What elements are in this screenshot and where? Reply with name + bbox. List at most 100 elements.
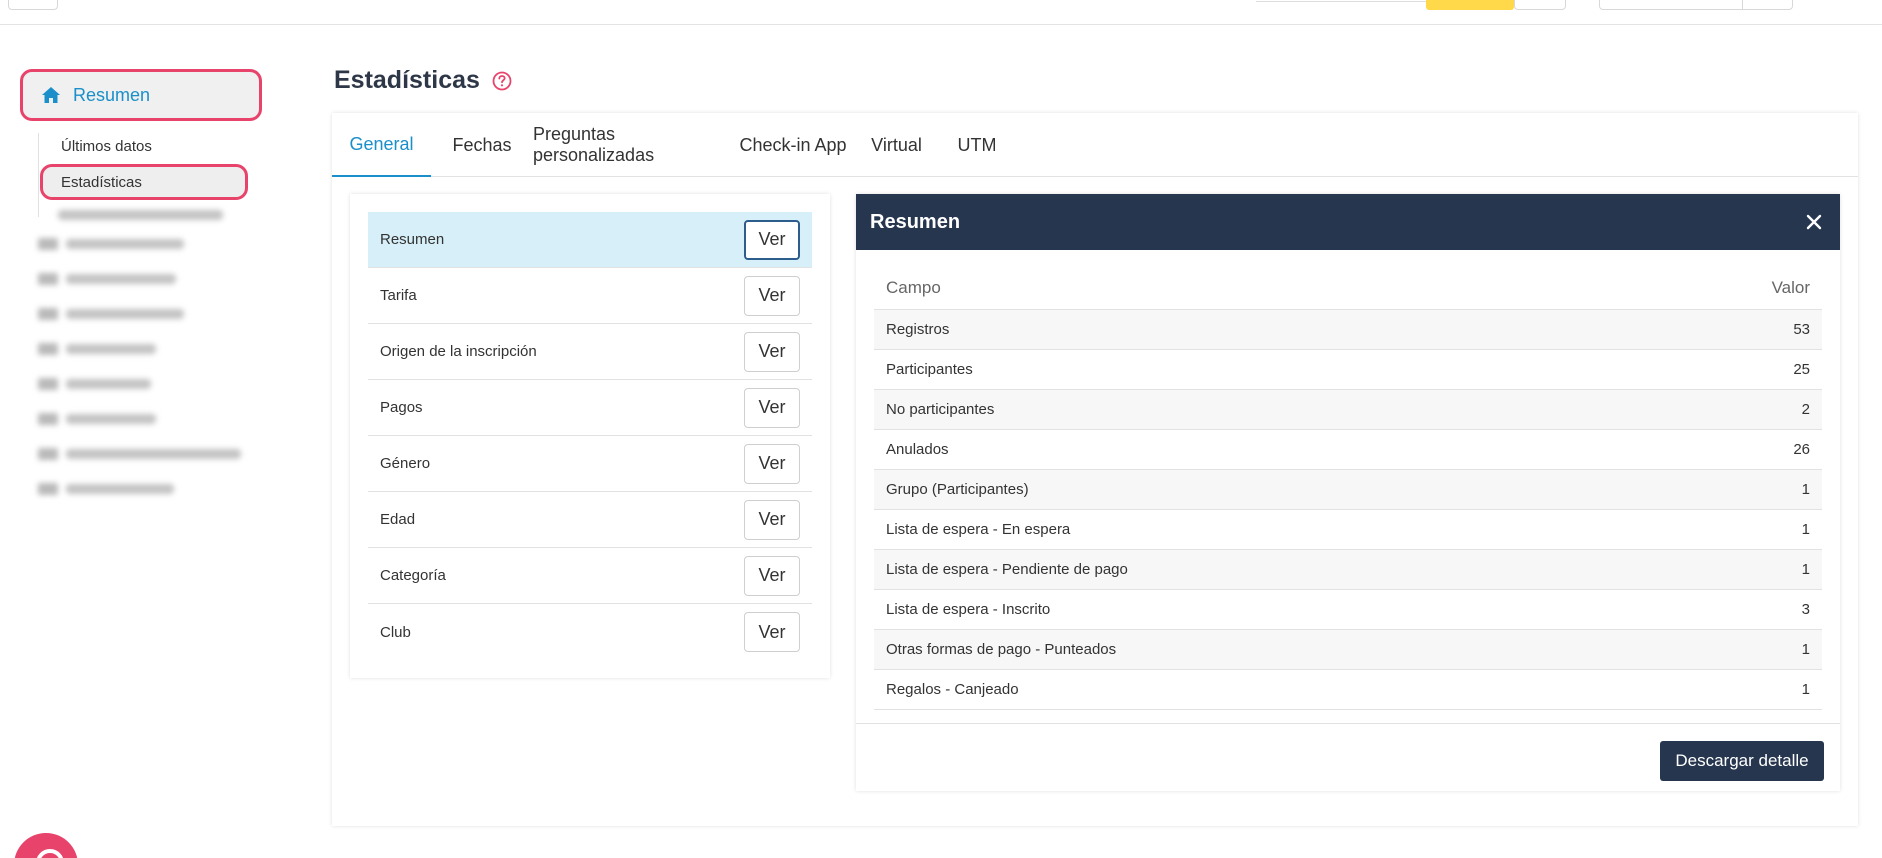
ver-button[interactable]: Ver [744, 331, 800, 372]
cell-value: 2 [1801, 401, 1810, 418]
list-item: Tarifa Ver [368, 268, 812, 324]
sidebar-item-obscured[interactable] [38, 412, 156, 426]
sidebar-item-resumen[interactable]: Resumen [20, 69, 262, 121]
list-item: Resumen Ver [368, 212, 812, 268]
sidebar-item-obscured[interactable] [38, 482, 174, 496]
sidebar: Resumen Últimos datos Estadísticas [0, 25, 300, 858]
help-icon[interactable] [492, 71, 512, 91]
tab-utm[interactable]: UTM [941, 113, 1013, 177]
ver-button[interactable]: Ver [744, 612, 800, 652]
cell-value: 53 [1793, 321, 1810, 338]
cell-value: 1 [1801, 481, 1810, 498]
home-icon [42, 87, 60, 103]
list-item: Categoría Ver [368, 548, 812, 604]
ver-button[interactable]: Ver [744, 275, 800, 316]
obscured-icon [38, 448, 58, 460]
table-row: Lista de espera - En espera 1 [874, 510, 1822, 550]
ver-button[interactable]: Ver [744, 443, 800, 484]
cell-field: Lista de espera - Pendiente de pago [886, 561, 1128, 578]
sidebar-subitem-ultimos-datos[interactable]: Últimos datos [61, 138, 152, 155]
top-select[interactable] [1599, 0, 1793, 10]
list-item-label: Origen de la inscripción [380, 343, 537, 360]
cell-value: 26 [1793, 441, 1810, 458]
obscured-icon [38, 483, 58, 495]
list-item: Edad Ver [368, 492, 812, 548]
cell-value: 1 [1801, 561, 1810, 578]
sidebar-item-obscured[interactable] [38, 272, 176, 286]
obscured-label [66, 309, 184, 319]
tab-check-in-app[interactable]: Check-in App [734, 113, 852, 177]
detail-title: Resumen [870, 210, 961, 233]
obscured-label [66, 239, 184, 249]
summary-table: Campo Valor Registros 53 Participantes 25 No… [874, 266, 1822, 710]
list-item-label: Edad [380, 511, 416, 528]
cell-field: Registros [886, 321, 950, 338]
top-primary-button[interactable] [1426, 0, 1514, 10]
detail-header: Resumen [856, 194, 1840, 250]
tab-preguntas-personalizadas[interactable]: Preguntas personalizadas [533, 113, 734, 177]
list-item-label: Género [380, 455, 431, 472]
statistics-card: General Fechas Preguntas personalizadas … [332, 113, 1858, 826]
download-detail-button[interactable]: Descargar detalle [1660, 741, 1824, 781]
sidebar-subitem-obscured[interactable] [58, 208, 223, 222]
cell-field: Lista de espera - Inscrito [886, 601, 1051, 618]
close-button[interactable] [1802, 210, 1826, 234]
column-header-campo: Campo [886, 277, 941, 297]
sidebar-item-obscured[interactable] [38, 307, 184, 321]
column-header-valor: Valor [1771, 277, 1810, 297]
cell-field: Otras formas de pago - Punteados [886, 641, 1117, 658]
top-secondary-button[interactable] [1514, 0, 1566, 10]
list-item: Género Ver [368, 436, 812, 492]
list-item-label: Resumen [380, 231, 445, 248]
cell-value: 3 [1801, 601, 1810, 618]
cell-field: Lista de espera - En espera [886, 521, 1071, 538]
ver-button[interactable]: Ver [744, 499, 800, 540]
sidebar-item-obscured[interactable] [38, 377, 151, 391]
list-item: Origen de la inscripción Ver [368, 324, 812, 380]
sidebar-item-label: Resumen [73, 84, 151, 105]
obscured-label [66, 449, 241, 459]
table-row: Lista de espera - Pendiente de pago 1 [874, 550, 1822, 590]
stats-list: Resumen Ver Tarifa Ver Origen de la insc… [350, 194, 830, 678]
ver-button[interactable]: Ver [744, 219, 800, 260]
cell-value: 1 [1801, 521, 1810, 538]
detail-panel: Resumen Campo Valor Registros 53 Participa… [856, 194, 1840, 791]
table-row: Lista de espera - Inscrito 3 [874, 590, 1822, 630]
ver-button[interactable]: Ver [744, 387, 800, 428]
top-bar [0, 0, 1882, 25]
sidebar-subitem-estadisticas[interactable]: Estadísticas [40, 164, 248, 200]
tab-fechas[interactable]: Fechas [431, 113, 533, 177]
sidebar-tree-line [38, 133, 39, 217]
footer-divider [856, 723, 1840, 724]
cell-field: Anulados [886, 441, 949, 458]
table-row: Grupo (Participantes) 1 [874, 470, 1822, 510]
list-item-label: Categoría [380, 567, 446, 584]
obscured-label [58, 210, 223, 220]
obscured-label [66, 344, 156, 354]
sidebar-item-obscured[interactable] [38, 447, 241, 461]
sidebar-item-obscured[interactable] [38, 237, 184, 251]
obscured-label [66, 414, 156, 424]
obscured-icon [38, 378, 58, 390]
top-search-input[interactable] [1256, 0, 1426, 2]
table-row: Registros 53 [874, 310, 1822, 350]
obscured-icon [38, 238, 58, 250]
ver-button[interactable]: Ver [744, 555, 800, 596]
cell-value: 1 [1801, 681, 1810, 698]
tab-general[interactable]: General [332, 113, 431, 177]
cell-field: No participantes [886, 401, 995, 418]
obscured-label [66, 274, 176, 284]
obscured-icon [38, 413, 58, 425]
tab-virtual[interactable]: Virtual [852, 113, 941, 177]
list-item-label: Tarifa [380, 287, 417, 304]
menu-button[interactable] [8, 0, 58, 10]
sidebar-item-obscured[interactable] [38, 342, 156, 356]
list-item: Club Ver [368, 604, 812, 660]
cell-field: Regalos - Canjeado [886, 681, 1019, 698]
obscured-icon [38, 273, 58, 285]
page-title: Estadísticas [334, 66, 480, 94]
list-item-label: Pagos [380, 399, 423, 416]
cell-field: Participantes [886, 361, 973, 378]
tab-bar: General Fechas Preguntas personalizadas … [332, 113, 1858, 177]
obscured-icon [38, 308, 58, 320]
